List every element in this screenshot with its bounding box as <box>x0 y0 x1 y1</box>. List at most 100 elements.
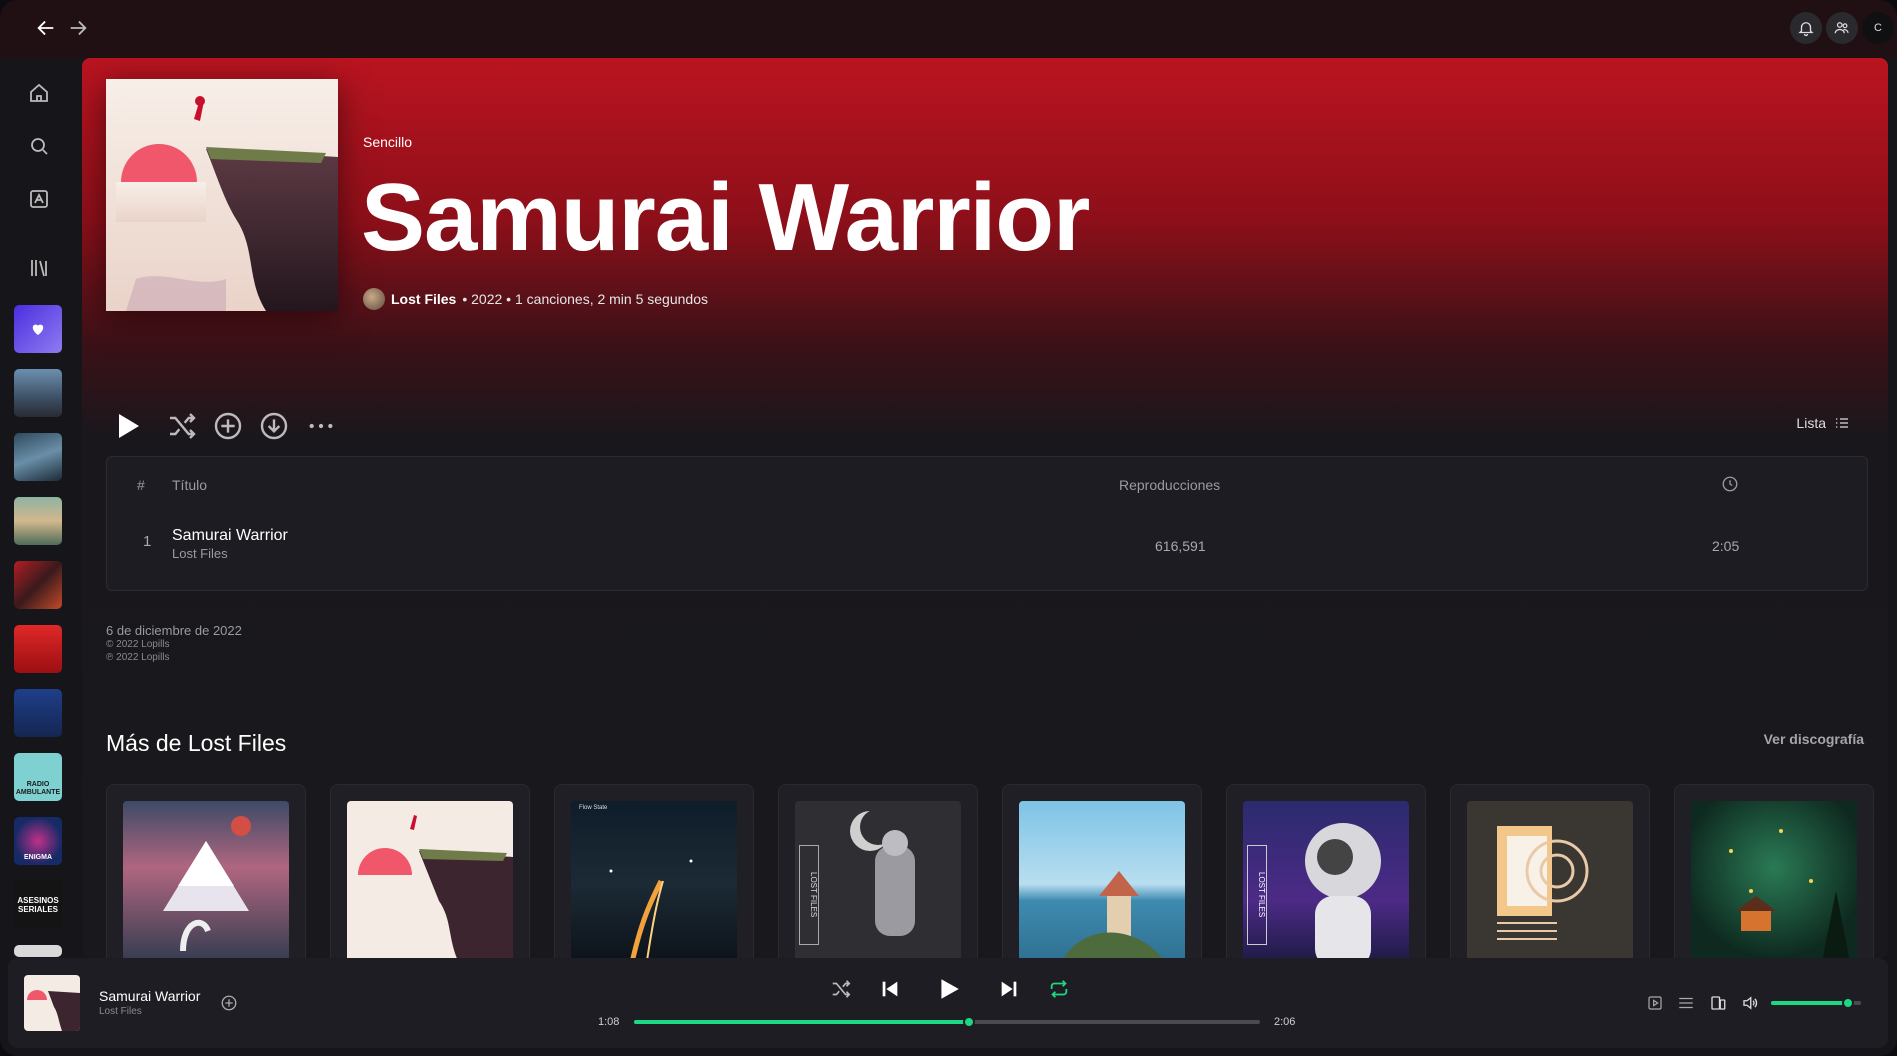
heart-icon <box>32 324 44 335</box>
back-arrow-icon[interactable] <box>32 14 60 42</box>
next-icon <box>1001 981 1017 997</box>
now-playing-view-button[interactable] <box>1644 992 1666 1014</box>
play-pause-button[interactable] <box>934 974 964 1004</box>
artist-link[interactable]: Lost Files <box>391 291 456 307</box>
album-card-6[interactable]: LOST FILES <box>1226 784 1426 958</box>
add-circle-icon <box>214 412 242 440</box>
progress-handle[interactable] <box>962 1016 975 1028</box>
player-bar: Samurai Warrior Lost Files 1:08 2:06 <box>8 958 1888 1048</box>
search-icon[interactable] <box>24 131 54 161</box>
queue-icon <box>1679 997 1693 1009</box>
flow-state-label: Flow State <box>579 805 608 811</box>
duration-clock-icon <box>1721 475 1739 496</box>
now-playing-view-icon <box>1648 996 1662 1010</box>
album-card-7[interactable] <box>1450 784 1650 958</box>
track-artist[interactable]: Lost Files <box>172 546 228 561</box>
now-playing-title[interactable]: Samurai Warrior <box>99 988 200 1004</box>
album-meta: Lost Files • 2022 • 1 canciones, 2 min 5… <box>363 288 708 310</box>
volume-handle[interactable] <box>1841 997 1854 1009</box>
add-to-library-button[interactable] <box>207 401 249 451</box>
see-discography-link[interactable]: Ver discografía <box>1764 731 1864 747</box>
album-card-3[interactable]: Flow State <box>554 784 754 958</box>
volume-fill <box>1771 1001 1848 1005</box>
play-button[interactable] <box>106 401 148 451</box>
marketplace-icon[interactable] <box>24 184 54 214</box>
thumb-enigma-label: ENIGMA <box>24 854 52 861</box>
playlist-thumb-10[interactable] <box>14 945 62 957</box>
album-card-art-6: LOST FILES <box>1243 801 1409 958</box>
shuffle-button[interactable] <box>828 976 854 1002</box>
playlist-thumb-4[interactable] <box>14 561 62 609</box>
home-icon[interactable] <box>24 78 54 108</box>
playlist-thumb-5[interactable] <box>14 625 62 673</box>
more-dots-icon <box>309 423 333 429</box>
device-icon <box>1711 996 1726 1010</box>
shuffle-button[interactable] <box>161 401 203 451</box>
release-type: Sencillo <box>363 134 413 150</box>
repeat-button[interactable] <box>1046 976 1072 1002</box>
add-to-liked-button[interactable] <box>218 992 240 1014</box>
album-card-art-7 <box>1467 801 1633 958</box>
user-avatar[interactable]: C <box>1862 12 1894 44</box>
more-by-artist-title: Más de Lost Files <box>106 730 287 756</box>
release-date: 6 de diciembre de 2022 <box>106 623 242 638</box>
speaker-icon <box>1743 996 1758 1010</box>
progress-bar[interactable] <box>634 1016 1260 1028</box>
thumb-radio-label: RADIO AMBULANTE <box>15 781 61 796</box>
total-time: 2:06 <box>1274 1016 1296 1028</box>
view-toggle[interactable]: Lista <box>1796 415 1850 431</box>
album-card-art-1 <box>123 801 289 958</box>
action-bar: Lista <box>106 401 1866 451</box>
column-plays: Reproducciones <box>1119 477 1221 493</box>
play-icon <box>941 979 959 999</box>
album-card-art-5 <box>1019 801 1185 958</box>
repeat-icon <box>1050 980 1068 998</box>
playlist-thumb-2[interactable] <box>14 433 62 481</box>
avatar-letter: C <box>1874 22 1882 34</box>
album-card-1[interactable] <box>106 784 306 958</box>
now-playing-cover[interactable] <box>24 975 80 1031</box>
album-card-5[interactable] <box>1002 784 1202 958</box>
queue-button[interactable] <box>1675 992 1697 1014</box>
playlist-thumb-8[interactable]: ENIGMA <box>14 817 62 865</box>
more-options-button[interactable] <box>300 401 342 451</box>
volume-button[interactable] <box>1739 992 1761 1014</box>
playlist-thumb-9[interactable]: ASESINOS SERIALES <box>14 881 62 929</box>
thumb-asesinos-label: ASESINOS SERIALES <box>17 896 59 914</box>
top-bar: C <box>0 0 1897 58</box>
add-circle-icon <box>221 995 237 1011</box>
liked-songs-thumb[interactable] <box>14 305 62 353</box>
library-icon[interactable] <box>24 253 54 283</box>
lost-files-label: LOST FILES <box>799 845 819 945</box>
forward-arrow-icon[interactable] <box>64 14 92 42</box>
album-title: Samurai Warrior <box>361 164 1090 271</box>
download-icon <box>260 412 288 440</box>
album-card-art-8 <box>1691 801 1857 958</box>
playlist-thumb-7[interactable]: RADIO AMBULANTE <box>14 753 62 801</box>
list-icon <box>1836 418 1848 428</box>
friends-activity-icon[interactable] <box>1826 12 1858 44</box>
now-playing-artist[interactable]: Lost Files <box>99 1006 142 1017</box>
artist-avatar[interactable] <box>363 288 385 310</box>
playlist-thumb-3[interactable] <box>14 497 62 545</box>
play-icon <box>119 414 139 438</box>
shuffle-icon <box>832 980 851 998</box>
main-content: Sencillo Samurai Warrior Lost Files • 20… <box>82 58 1888 958</box>
connect-device-button[interactable] <box>1707 992 1729 1014</box>
sidebar: RADIO AMBULANTE ENIGMA ASESINOS SERIALES <box>0 58 78 958</box>
copyright-p: ℗ 2022 Lopills <box>106 652 170 663</box>
volume-slider[interactable] <box>1771 997 1861 1009</box>
album-card-2[interactable] <box>330 784 530 958</box>
app-window: C RADIO AMBULANTE ENIGMA ASESINOS SERIAL… <box>0 0 1897 1056</box>
playlist-thumb-6[interactable] <box>14 689 62 737</box>
download-button[interactable] <box>253 401 295 451</box>
album-card-4[interactable]: LOST FILES <box>778 784 978 958</box>
elapsed-time: 1:08 <box>598 1016 620 1028</box>
album-card-8[interactable] <box>1674 784 1874 958</box>
next-button[interactable] <box>996 976 1022 1002</box>
notifications-bell-icon[interactable] <box>1790 12 1822 44</box>
playlist-thumb-1[interactable] <box>14 369 62 417</box>
previous-button[interactable] <box>877 976 903 1002</box>
shuffle-icon <box>170 413 196 439</box>
track-title[interactable]: Samurai Warrior <box>172 527 288 545</box>
